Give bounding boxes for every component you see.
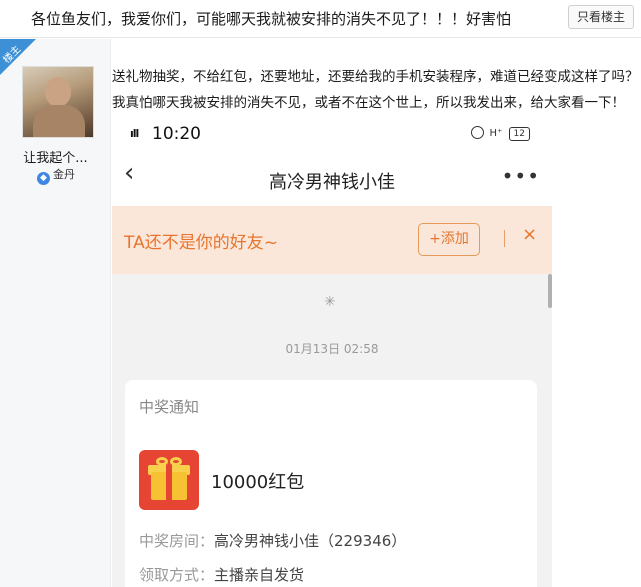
prize-card-title: 中奖通知 [139,398,200,416]
gem-icon: ◆ [37,172,50,185]
status-right: H⁺ 12 [471,126,530,141]
not-friend-bar: TA还不是你的好友~ +添加 × [112,206,552,274]
signal-icon: ıll [130,127,139,140]
scrollbar-thumb [548,274,552,308]
phone-status-bar: ıll 10:20 H⁺ 12 [112,122,552,148]
prize-method-label: 领取方式： [139,566,215,584]
author-panel: 楼主 让我起个... ◆ 金丹 [0,39,111,587]
author-level: ◆ 金丹 [37,166,75,185]
thread-title-bar: 各位鱼友们，我爱你们，可能哪天我就被安排的消失不见了！！！好害怕 只看楼主 [0,0,641,38]
close-icon: × [522,224,538,245]
network-icon: H⁺ [489,128,503,139]
post-line: 送礼物抽奖，不给红包，还要地址，还要给我的手机安装程序，难道已经变成这样了吗？ [112,69,639,85]
alarm-icon [471,126,485,139]
chat-timestamp: 01月13日 02:58 [285,342,379,356]
add-friend-button: +添加 [418,223,480,256]
prize-room-value: 高冷男神钱小佳（229346） [214,532,407,550]
more-dots-icon: ••• [501,164,540,188]
prize-amount: 10000红包 [211,472,305,493]
chat-screenshot-image: ıll 10:20 H⁺ 12 ‹ 高冷男神钱小佳 ••• TA还不是你的好友~… [112,122,552,587]
prize-room-label: 中奖房间： [139,532,215,550]
only-op-button[interactable]: 只看楼主 [567,5,634,29]
loading-spinner-icon: ✳ [324,294,336,310]
author-username[interactable]: 让我起个... [0,147,111,166]
gift-icon [139,450,199,510]
not-friend-message: TA还不是你的好友~ [124,233,278,253]
thread-title: 各位鱼友们，我爱你们，可能哪天我就被安排的消失不见了！！！好害怕 [31,10,512,28]
chat-header: ‹ 高冷男神钱小佳 ••• [112,148,552,206]
battery-icon: 12 [508,127,530,141]
contact-name: 高冷男神钱小佳 [269,172,395,193]
avatar[interactable] [22,66,94,138]
prize-method-value: 主播亲自发货 [214,566,305,584]
post-line: 我真怕哪天我被安排的消失不见，或者不在这个世上，所以我发出来，给大家看一下！ [112,95,625,111]
prize-method-row: 领取方式：主播亲自发货 [139,564,304,585]
prize-notification-card: 中奖通知 10000红包 中奖房间：高冷男神钱小佳（229346） 领取方式：主… [125,380,537,587]
prize-room-row: 中奖房间：高冷男神钱小佳（229346） [139,530,406,551]
post-body: 送礼物抽奖，不给红包，还要地址，还要给我的手机安装程序，难道已经变成这样了吗？ … [112,64,640,116]
status-time: 10:20 [152,124,201,144]
divider [504,230,505,247]
level-label: 金丹 [53,168,75,181]
